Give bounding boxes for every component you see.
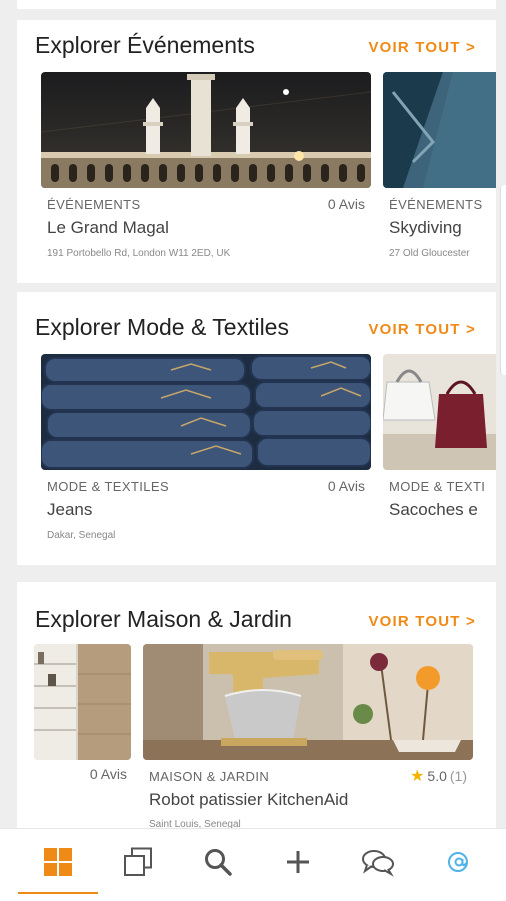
listing-rating: ★ 5.0 (1) xyxy=(410,766,467,786)
listing-title: Sacoches e xyxy=(389,500,478,519)
listing-title: Jeans xyxy=(47,500,93,519)
previous-card-edge xyxy=(17,0,496,9)
plus-icon xyxy=(287,851,309,873)
listing-reviews: 0 Avis xyxy=(327,478,365,494)
listing-card[interactable]: MODE & TEXTI Sacoches e xyxy=(383,354,496,554)
search-icon xyxy=(205,849,232,876)
listing-category: ÉVÉNEMENTS xyxy=(389,197,483,212)
listing-card[interactable]: ÉVÉNEMENTS Skydiving 27 Old Gloucester xyxy=(383,72,496,272)
see-all-link[interactable]: VOIR TOUT > xyxy=(368,321,476,338)
scrollbar[interactable] xyxy=(500,185,506,375)
section-events: Explorer Événements VOIR TOUT > ÉVÉNEMEN… xyxy=(17,20,496,283)
copy-icon xyxy=(124,847,152,876)
grid-icon xyxy=(44,848,72,876)
chat-icon xyxy=(362,850,394,877)
listing-card[interactable]: ÉVÉNEMENTS 0 Avis Le Grand Magal 191 Por… xyxy=(41,72,371,272)
star-icon: ★ xyxy=(410,768,425,785)
see-all-link[interactable]: VOIR TOUT > xyxy=(368,613,476,630)
section-title: Explorer Événements xyxy=(35,32,255,58)
listing-image xyxy=(143,644,473,760)
listing-image xyxy=(41,72,371,188)
listing-category: MODE & TEXTI xyxy=(389,479,486,494)
nav-search[interactable] xyxy=(178,829,258,895)
active-tab-indicator xyxy=(18,892,98,894)
listing-image xyxy=(383,354,496,470)
rating-value: 5.0 xyxy=(427,768,447,784)
section-home-garden: Explorer Maison & Jardin VOIR TOUT > 0 A… xyxy=(17,582,496,828)
section-title: Explorer Maison & Jardin xyxy=(35,606,292,632)
listing-address: Dakar, Senegal xyxy=(47,530,116,541)
nav-add[interactable] xyxy=(258,829,338,895)
listing-card[interactable]: 0 Avis xyxy=(34,644,131,824)
listing-address: 191 Portobello Rd, London W11 2ED, UK xyxy=(47,248,231,259)
listing-card[interactable]: MAISON & JARDIN ★ 5.0 (1) Robot patissier … xyxy=(143,644,473,828)
listing-title: Le Grand Magal xyxy=(47,218,169,237)
listing-category: MAISON & JARDIN xyxy=(149,769,270,784)
rating-count: (1) xyxy=(449,768,467,784)
nav-home[interactable] xyxy=(18,829,98,895)
section-title: Explorer Mode & Textiles xyxy=(35,314,289,340)
listing-address: 27 Old Gloucester xyxy=(389,248,470,259)
section-fashion: Explorer Mode & Textiles VOIR TOUT > MOD… xyxy=(17,292,496,565)
nav-messages[interactable] xyxy=(338,829,418,895)
listing-category: ÉVÉNEMENTS xyxy=(47,197,141,212)
listing-title: Skydiving xyxy=(389,218,462,237)
at-icon xyxy=(448,852,468,872)
listing-card[interactable]: MODE & TEXTILES 0 Avis Jeans Dakar, Sene… xyxy=(41,354,371,554)
listing-image xyxy=(41,354,371,470)
listing-address: Saint Louis, Senegal xyxy=(149,819,241,828)
bottom-nav xyxy=(0,828,506,901)
see-all-link[interactable]: VOIR TOUT > xyxy=(368,39,476,56)
nav-profile[interactable] xyxy=(418,829,498,895)
nav-listings[interactable] xyxy=(98,829,178,895)
listing-title: Robot patissier KitchenAid xyxy=(149,790,349,809)
listing-image xyxy=(34,644,131,760)
listing-reviews: 0 Avis xyxy=(89,766,127,782)
listing-image xyxy=(383,72,496,188)
listing-reviews: 0 Avis xyxy=(327,196,365,212)
listing-category: MODE & TEXTILES xyxy=(47,479,170,494)
